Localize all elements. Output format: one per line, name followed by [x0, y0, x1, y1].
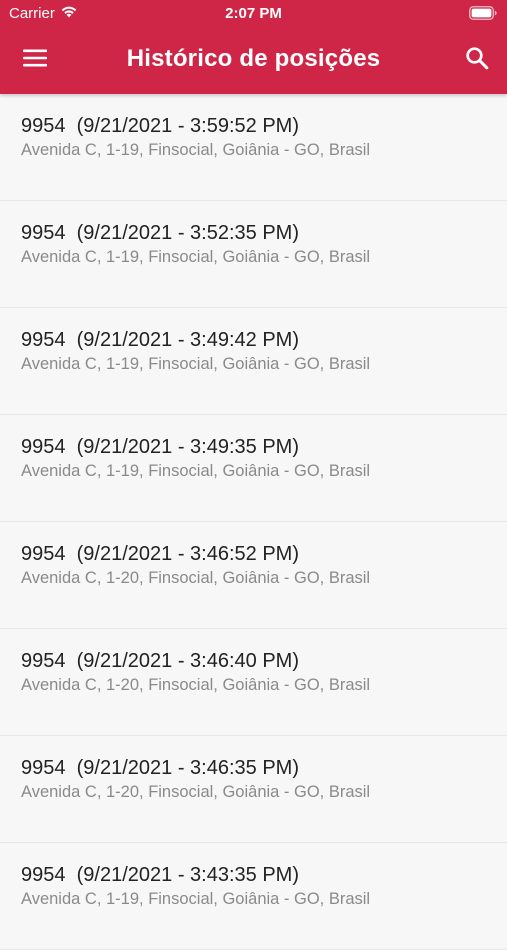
app-header: Carrier 2:07 PM Histórico de posições: [0, 0, 507, 94]
position-address: Avenida C, 1-19, Finsocial, Goiânia - GO…: [21, 890, 371, 908]
position-address: Avenida C, 1-19, Finsocial, Goiânia - GO…: [21, 462, 371, 480]
search-button[interactable]: [457, 41, 497, 79]
device-id: 9954: [21, 757, 66, 779]
app-bar: Histórico de posições: [0, 28, 507, 94]
position-address: Avenida C, 1-20, Finsocial, Goiânia - GO…: [21, 676, 371, 694]
list-item[interactable]: 9954 (9/21/2021 - 3:46:52 PM) Avenida C,…: [0, 522, 507, 629]
status-bar: Carrier 2:07 PM: [0, 0, 507, 28]
position-address: Avenida C, 1-20, Finsocial, Goiânia - GO…: [21, 783, 371, 801]
position-datetime: (9/21/2021 - 3:43:35 PM): [76, 864, 299, 886]
status-time: 2:07 PM: [225, 5, 282, 22]
device-id: 9954: [21, 222, 66, 244]
device-id: 9954: [21, 650, 66, 672]
position-title: 9954 (9/21/2021 - 3:46:35 PM): [21, 756, 507, 780]
list-item[interactable]: 9954 (9/21/2021 - 3:49:42 PM) Avenida C,…: [0, 308, 507, 415]
device-id: 9954: [21, 329, 66, 351]
list-item[interactable]: 9954 (9/21/2021 - 3:52:35 PM) Avenida C,…: [0, 201, 507, 308]
position-address: Avenida C, 1-20, Finsocial, Goiânia - GO…: [21, 569, 371, 587]
position-datetime: (9/21/2021 - 3:46:52 PM): [76, 543, 299, 565]
battery-icon: [469, 6, 497, 24]
position-datetime: (9/21/2021 - 3:49:42 PM): [76, 329, 299, 351]
list-item[interactable]: 9954 (9/21/2021 - 3:46:40 PM) Avenida C,…: [0, 629, 507, 736]
position-address: Avenida C, 1-19, Finsocial, Goiânia - GO…: [21, 248, 371, 266]
position-title: 9954 (9/21/2021 - 3:46:52 PM): [21, 542, 507, 566]
position-title: 9954 (9/21/2021 - 3:59:52 PM): [21, 114, 507, 138]
device-id: 9954: [21, 115, 66, 137]
list-item[interactable]: 9954 (9/21/2021 - 3:43:35 PM) Avenida C,…: [0, 843, 507, 950]
position-title: 9954 (9/21/2021 - 3:49:42 PM): [21, 328, 507, 352]
list-item[interactable]: 9954 (9/21/2021 - 3:59:52 PM) Avenida C,…: [0, 94, 507, 201]
device-id: 9954: [21, 543, 66, 565]
position-address: Avenida C, 1-19, Finsocial, Goiânia - GO…: [21, 141, 371, 159]
position-title: 9954 (9/21/2021 - 3:46:40 PM): [21, 649, 507, 673]
device-id: 9954: [21, 864, 66, 886]
position-datetime: (9/21/2021 - 3:52:35 PM): [76, 222, 299, 244]
position-title: 9954 (9/21/2021 - 3:49:35 PM): [21, 435, 507, 459]
list-item[interactable]: 9954 (9/21/2021 - 3:46:35 PM) Avenida C,…: [0, 736, 507, 843]
position-datetime: (9/21/2021 - 3:59:52 PM): [76, 115, 299, 137]
page-title: Histórico de posições: [126, 45, 381, 72]
position-datetime: (9/21/2021 - 3:46:35 PM): [76, 757, 299, 779]
list-item[interactable]: 9954 (9/21/2021 - 3:49:35 PM) Avenida C,…: [0, 415, 507, 522]
position-title: 9954 (9/21/2021 - 3:43:35 PM): [21, 863, 507, 887]
position-address: Avenida C, 1-19, Finsocial, Goiânia - GO…: [21, 355, 371, 373]
position-history-list: 9954 (9/21/2021 - 3:59:52 PM) Avenida C,…: [0, 94, 507, 950]
position-datetime: (9/21/2021 - 3:49:35 PM): [76, 436, 299, 458]
position-datetime: (9/21/2021 - 3:46:40 PM): [76, 650, 299, 672]
search-icon: [465, 46, 489, 75]
device-id: 9954: [21, 436, 66, 458]
position-title: 9954 (9/21/2021 - 3:52:35 PM): [21, 221, 507, 245]
